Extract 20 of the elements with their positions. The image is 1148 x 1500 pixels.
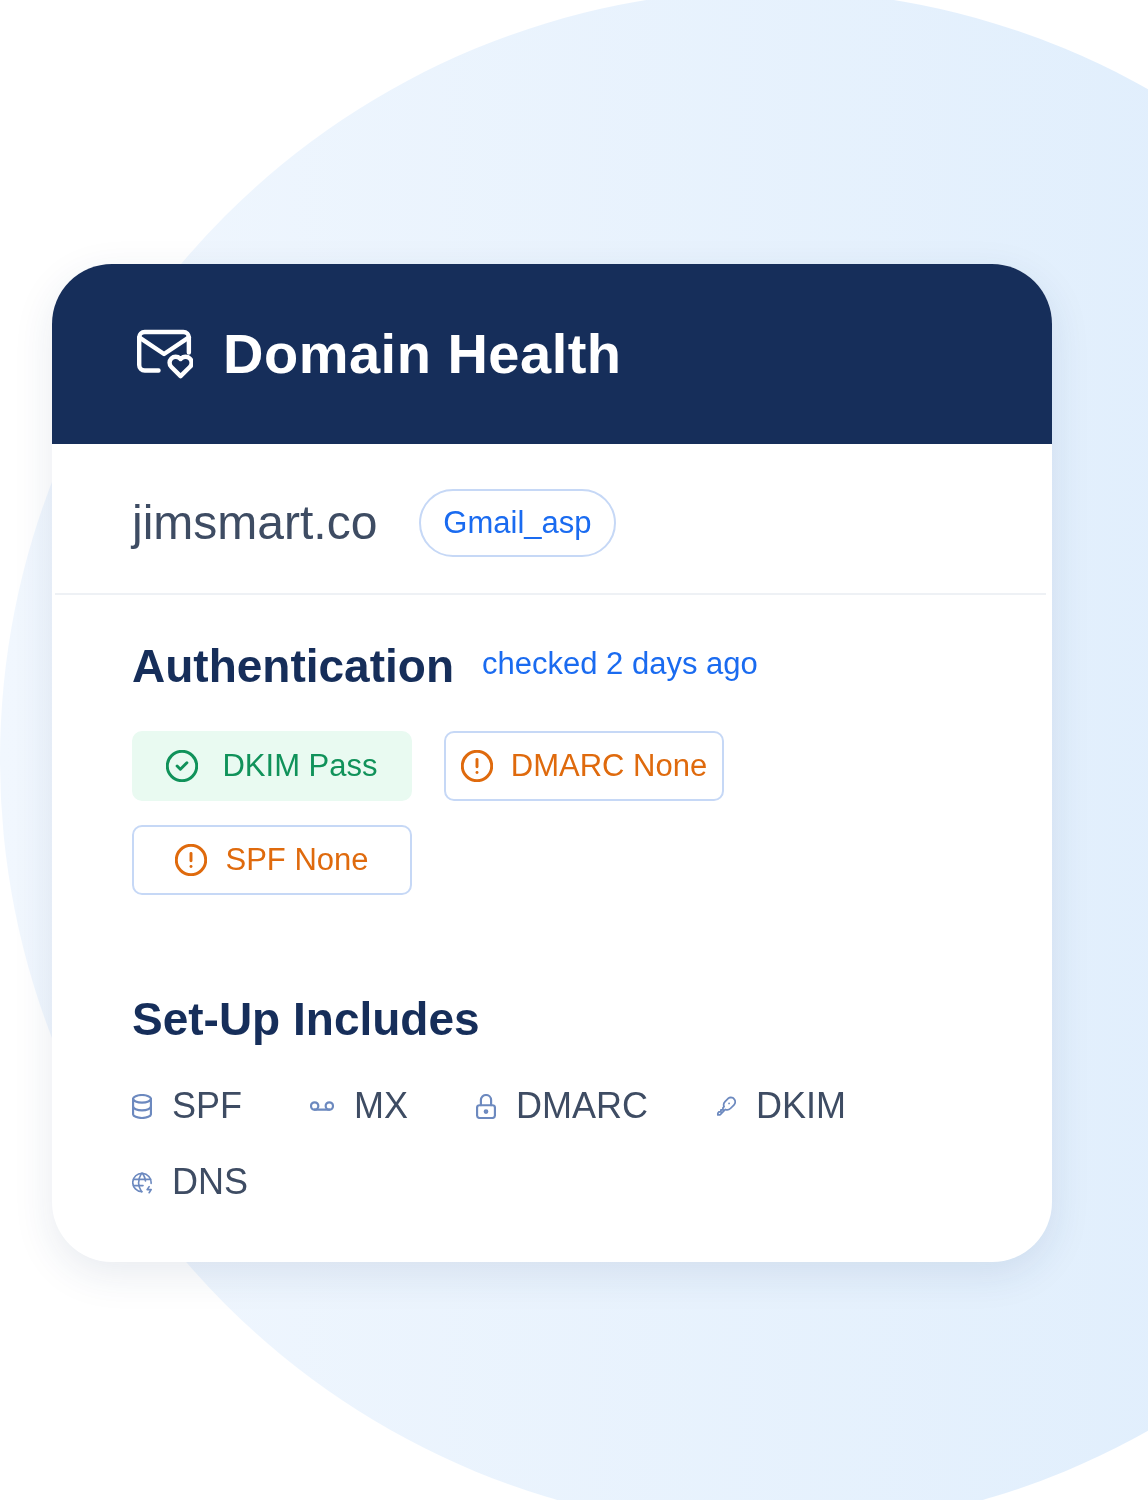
globe-icon	[132, 1169, 152, 1195]
provider-tag: Gmail_asp	[419, 489, 616, 557]
record-type-label: SPF	[172, 1084, 242, 1128]
last-checked-text: checked 2 days ago	[482, 645, 758, 683]
domain-name: jimsmart.co	[132, 495, 378, 551]
section-title: Set-Up Includes	[132, 992, 480, 1047]
section-title: Authentication	[132, 639, 454, 694]
card-title: Domain Health	[223, 322, 622, 386]
database-icon	[132, 1093, 152, 1119]
status-badge: DKIM Pass	[132, 731, 412, 801]
record-type-label: DMARC	[516, 1084, 648, 1128]
status-badge: SPF None	[132, 825, 412, 895]
status-badge: DMARC None	[444, 731, 724, 801]
key-icon	[716, 1093, 736, 1119]
envelope-heart-icon	[137, 329, 193, 379]
record-type-label: MX	[354, 1084, 408, 1128]
lock-icon	[476, 1093, 496, 1119]
voicemail-icon	[310, 1101, 334, 1111]
record-type-label: DNS	[172, 1160, 248, 1204]
record-type-label: DKIM	[756, 1084, 846, 1128]
